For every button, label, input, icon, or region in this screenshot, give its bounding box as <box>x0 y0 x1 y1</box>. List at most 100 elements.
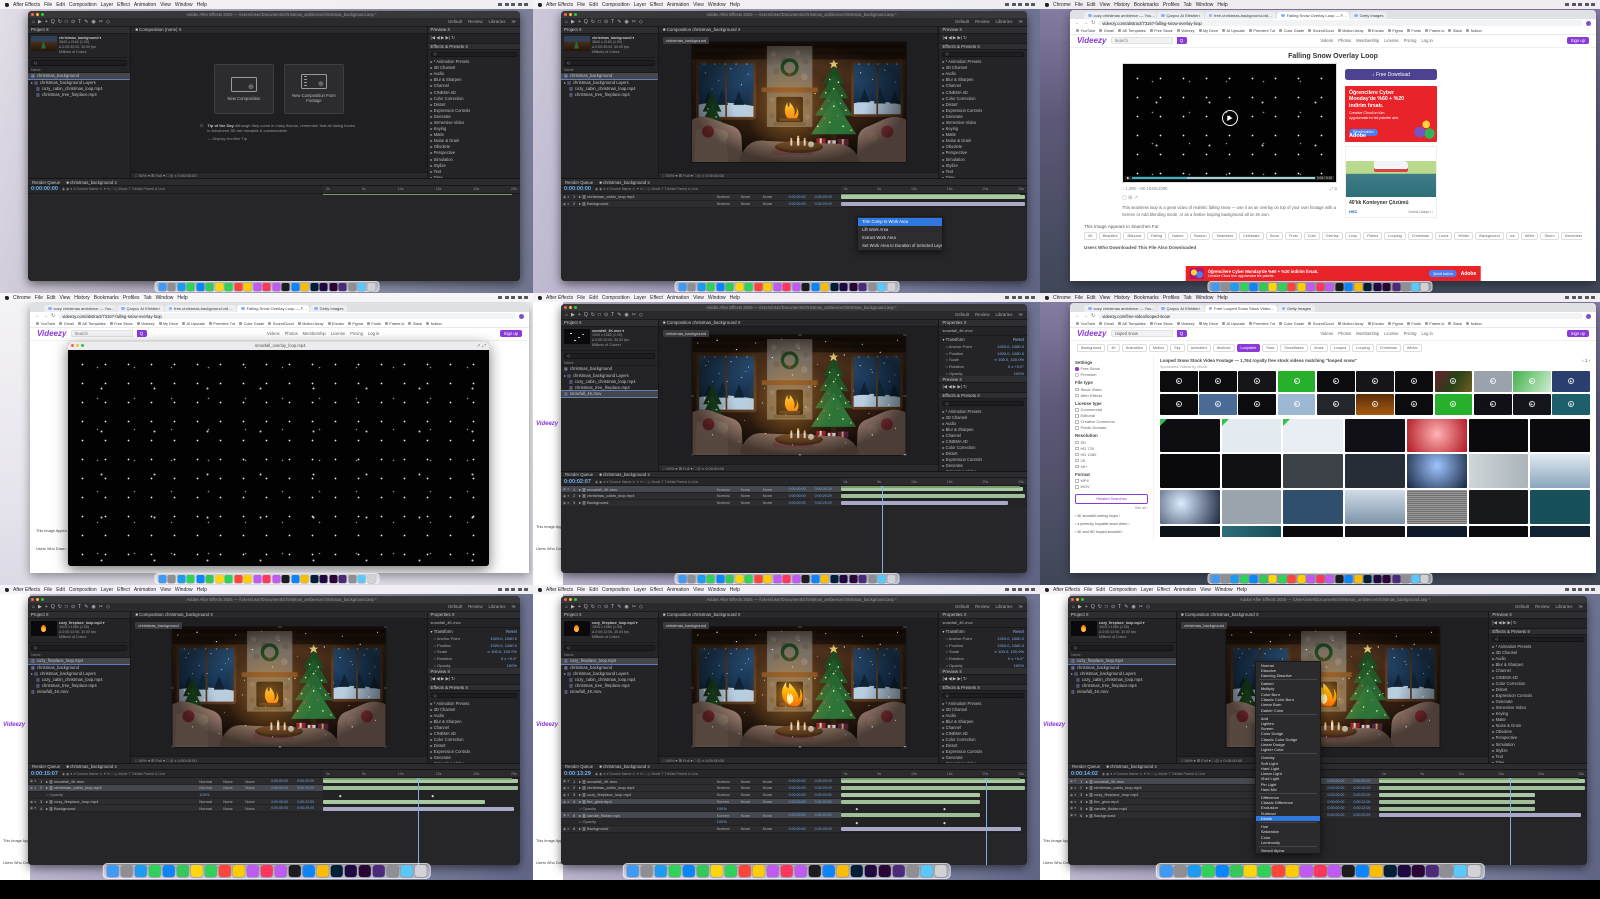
bookmark-item[interactable]: Envato <box>1368 322 1384 326</box>
dock-icon[interactable] <box>329 283 337 291</box>
transform-property-row[interactable]: ○ Position1920.0, 1080.0 <box>939 642 1027 649</box>
dock-icon[interactable] <box>260 865 273 878</box>
dock-icon[interactable] <box>773 283 781 291</box>
minimize-window-button[interactable] <box>36 13 39 16</box>
tool-icon[interactable]: ◉ <box>91 20 95 25</box>
dock-icon[interactable] <box>344 865 357 878</box>
tool-icon[interactable]: ◉ <box>624 20 628 25</box>
layer-duration-track[interactable] <box>841 799 1027 805</box>
dock-icon[interactable] <box>1221 575 1229 583</box>
dock-icon[interactable] <box>887 575 895 583</box>
dock-icon[interactable] <box>1230 865 1243 878</box>
workspace-tab[interactable]: Default <box>955 312 969 318</box>
sponsored-video-thumbnail[interactable]: ▶ <box>1356 371 1394 392</box>
current-time-display[interactable]: 0:00:02:07 <box>561 479 595 485</box>
timeline-comp-tab[interactable]: ■ christmas_background ≡ <box>599 764 650 769</box>
timeline-ruler[interactable]: 0s5s10s15s20s25s <box>841 186 1027 193</box>
next-tip-link[interactable]: — Display Another Tip <box>207 136 359 142</box>
timeline-layer-row[interactable]: ◉ ● 3 ▸ ▥ cozy_fireplace_loop.mp4 Normal… <box>28 799 520 806</box>
sponsored-video-thumbnail[interactable]: ▶ <box>1238 371 1276 392</box>
video-thumbnail[interactable] <box>1222 490 1282 524</box>
transform-reset-link[interactable]: Reset <box>1013 629 1024 634</box>
menubar-item[interactable]: After Effects <box>546 2 573 8</box>
blend-mode-option[interactable]: Stencil Luma <box>1256 853 1320 854</box>
dock-icon[interactable] <box>1370 865 1383 878</box>
dock-icon[interactable] <box>878 865 891 878</box>
sponsored-video-thumbnail[interactable]: ▶ <box>1435 394 1473 415</box>
menubar-item[interactable]: Layer <box>634 295 647 301</box>
dock-icon[interactable] <box>134 865 147 878</box>
dock-icon[interactable] <box>726 575 734 583</box>
dock-icon[interactable] <box>234 575 242 583</box>
video-thumbnail[interactable] <box>1222 526 1282 537</box>
dock-icon[interactable] <box>735 575 743 583</box>
bookmark-item[interactable]: Slack <box>1448 29 1462 33</box>
menubar-item[interactable]: Chrome <box>1053 2 1071 8</box>
menubar-item[interactable]: View <box>693 587 704 593</box>
bookmark-item[interactable]: Premiere Tut <box>209 322 235 326</box>
sponsored-video-thumbnail[interactable]: ▶ <box>1199 371 1237 392</box>
menubar-item[interactable]: Help <box>730 2 740 8</box>
bookmark-item[interactable]: Slack <box>1448 322 1462 326</box>
zoom-window-button[interactable] <box>41 598 44 601</box>
dock-icon[interactable] <box>626 865 639 878</box>
layer-visibility-icons[interactable]: ◉ ● <box>1068 779 1080 783</box>
site-nav-link[interactable]: Log in <box>1421 38 1432 43</box>
forward-icon[interactable]: → <box>1083 313 1088 319</box>
filter-option[interactable]: After Effects <box>1075 393 1148 398</box>
workspace-tab[interactable]: Review <box>468 604 482 610</box>
dock-icon[interactable] <box>288 865 301 878</box>
dock-icon[interactable] <box>1160 865 1173 878</box>
layer-visibility-icons[interactable]: ◉ ● <box>561 779 573 783</box>
menubar-item[interactable]: Window <box>1215 587 1233 593</box>
dock-icon[interactable] <box>1202 865 1215 878</box>
menubar-item[interactable]: Tab <box>1184 295 1192 301</box>
dock-icon[interactable] <box>177 283 185 291</box>
menubar-item[interactable]: History <box>1114 295 1130 301</box>
menubar-item[interactable]: Window <box>708 587 726 593</box>
bookmark-item[interactable]: Notion <box>426 322 441 326</box>
effects-search-input[interactable]: Q <box>942 52 1024 58</box>
menubar-item[interactable]: View <box>59 295 70 301</box>
layer-name[interactable]: ▸ ▥ Background <box>1086 813 1255 818</box>
tag-chip[interactable]: Loop <box>1345 232 1361 240</box>
menubar-item[interactable]: Layer <box>1141 587 1154 593</box>
site-search-input[interactable] <box>1111 37 1173 44</box>
video-thumbnail[interactable] <box>1345 526 1405 537</box>
effects-presets-tab[interactable]: Effects & Presets ≡ <box>428 44 520 51</box>
dock-icon[interactable] <box>1307 283 1315 291</box>
tag-chip[interactable]: Season <box>1190 232 1211 240</box>
tool-icon[interactable]: + <box>578 605 581 610</box>
forward-icon[interactable]: → <box>43 313 48 319</box>
back-icon[interactable]: ← <box>1075 20 1080 26</box>
menubar-item[interactable]: Layer <box>634 2 647 8</box>
context-menu-item[interactable]: Trim Comp to Work Area <box>858 218 942 226</box>
tool-icon[interactable]: ✂ <box>99 20 103 25</box>
dock-icon[interactable] <box>1411 283 1419 291</box>
site-nav-link[interactable]: Videos <box>267 331 280 336</box>
layer-duration-track[interactable] <box>1379 785 1587 791</box>
dock-icon[interactable] <box>678 283 686 291</box>
apple-menu-icon[interactable] <box>5 3 9 7</box>
tag-chip[interactable]: Seamless <box>1212 232 1237 240</box>
videezy-logo[interactable]: Videezy <box>1077 36 1107 45</box>
close-window-button[interactable] <box>564 13 567 16</box>
menubar-item[interactable]: Composition <box>602 295 630 301</box>
profile-avatar[interactable] <box>519 314 524 319</box>
blend-mode-select[interactable]: Normal <box>717 792 741 797</box>
transform-property-row[interactable]: ○ Scale∞ 100.0, 100.0% <box>939 357 1027 364</box>
dock-icon[interactable] <box>348 575 356 583</box>
timeline-comp-tab[interactable]: ■ christmas_background ≡ <box>1106 764 1157 769</box>
layer-name[interactable]: ▸ ▥ cozy_fireplace_loop.mp4 <box>46 799 199 804</box>
sponsored-video-thumbnail[interactable]: ▶ <box>1238 394 1276 415</box>
video-thumbnail[interactable] <box>1530 490 1590 524</box>
tool-icon[interactable]: ⌂ <box>32 605 35 610</box>
dock-icon[interactable] <box>864 865 877 878</box>
menubar-item[interactable]: Help <box>1237 587 1247 593</box>
dock-icon[interactable] <box>1297 283 1305 291</box>
track-matte-select[interactable]: None <box>223 779 245 784</box>
browser-tab[interactable]: Çarpıcı AI Efektleri <box>117 305 164 313</box>
sponsored-video-thumbnail[interactable]: ▶ <box>1395 394 1433 415</box>
dock-icon[interactable] <box>1258 865 1271 878</box>
parent-link-select[interactable]: None <box>763 500 789 505</box>
